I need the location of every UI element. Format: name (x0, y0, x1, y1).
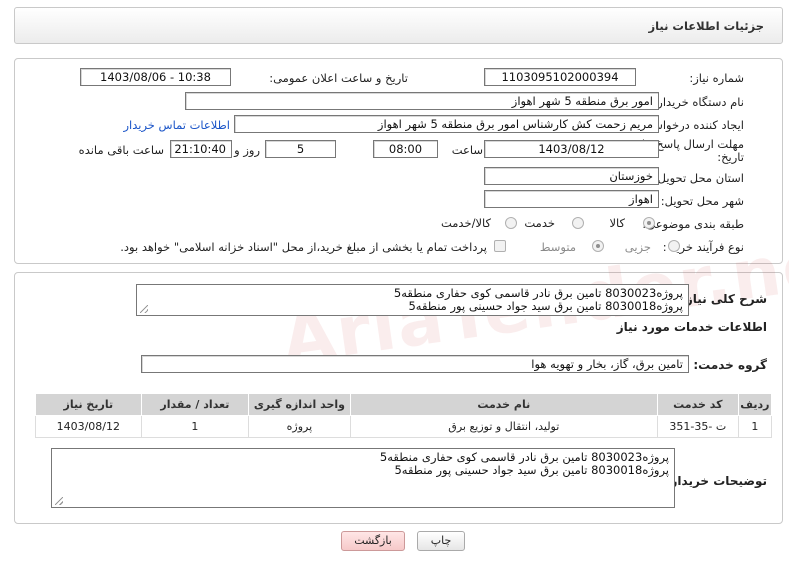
city-field: اهواز (484, 190, 659, 208)
category-radio-goods[interactable] (643, 217, 655, 229)
days-label: روز و (234, 143, 260, 157)
need-number-label: شماره نیاز: (689, 71, 744, 85)
service-group-label: گروه خدمت: (693, 358, 767, 372)
cell-unit: پروژه (248, 415, 351, 438)
header-bar: جزئیات اطلاعات نیاز (14, 7, 783, 44)
col-code: کد خدمت (656, 393, 739, 416)
category-radio-service[interactable] (572, 217, 584, 229)
buyer-notes-line-2: پروژه8030018 تامین برق سید جواد حسینی پو… (394, 463, 669, 477)
resize-grip-icon[interactable] (140, 305, 148, 313)
category-radio-goods-service[interactable] (505, 217, 517, 229)
city-label: شهر محل تحویل: (660, 194, 744, 208)
resize-grip-icon[interactable] (55, 497, 63, 505)
col-name: نام خدمت (349, 393, 658, 416)
col-unit: واحد اندازه گیری (248, 393, 351, 416)
buyer-notes-label: توضیحات خریدار: (665, 474, 767, 488)
col-qty: تعداد / مقدار (140, 393, 250, 416)
page-title: جزئیات اطلاعات نیاز (648, 19, 764, 33)
remaining-label: ساعت باقی مانده (78, 143, 164, 157)
category-option-goods-service: کالا/خدمت (440, 216, 491, 230)
province-label: استان محل تحویل: (653, 171, 744, 185)
cell-name: تولید، انتقال و توزیع برق (349, 415, 658, 438)
info-panel (14, 58, 783, 264)
province-field: خوزستان (484, 167, 659, 185)
treasury-note: پرداخت تمام یا بخشی از مبلغ خرید،از محل … (120, 240, 487, 254)
summary-label: شرح کلی نیاز: (681, 292, 767, 306)
days-field: 5 (265, 140, 336, 158)
category-option-goods: کالا (609, 216, 625, 230)
announce-label: تاریخ و ساعت اعلان عمومی: (269, 71, 408, 85)
summary-line-2: پروژه8030018 تامین برق سید جواد حسینی پو… (408, 299, 683, 313)
cell-row: 1 (737, 415, 773, 438)
back-button[interactable]: بازگشت (341, 531, 405, 551)
buyer-org-field: امور برق منطقه 5 شهر اهواز (185, 92, 659, 110)
category-option-service: خدمت (524, 216, 555, 230)
process-radio-medium[interactable] (592, 240, 604, 252)
contact-buyer-link[interactable]: اطلاعات تماس خریدار (123, 118, 230, 132)
need-number-field: 1103095102000394 (484, 68, 636, 86)
remaining-time-field: 21:10:40 (170, 140, 232, 158)
table-row: 1 ت -35-351 تولید، انتقال و توزیع برق پر… (35, 415, 773, 438)
summary-textarea: پروژه8030023 تامین برق نادر قاسمی کوی حف… (136, 284, 689, 316)
cell-date: 1403/08/12 (35, 415, 142, 438)
print-button[interactable]: چاپ (417, 531, 465, 551)
category-label: طبقه بندی موضوعی: (642, 217, 744, 231)
deadline-date-field: 1403/08/12 (484, 140, 659, 158)
announce-field: 1403/08/06 - 10:38 (80, 68, 231, 86)
buyer-notes-textarea: پروژه8030023 تامین برق نادر قاسمی کوی حف… (51, 448, 675, 508)
col-date: تاریخ نیاز (35, 393, 142, 416)
col-row: ردیف (737, 393, 773, 416)
cell-code: ت -35-351 (656, 415, 739, 438)
service-group-field: تامین برق، گاز، بخار و تهویه هوا (141, 355, 689, 373)
treasury-checkbox[interactable] (494, 240, 506, 252)
deadline-time-field: 08:00 (373, 140, 438, 158)
services-section-title: اطلاعات خدمات مورد نیاز (616, 320, 767, 334)
deadline-label-2: تاریخ: (717, 150, 744, 164)
time-label: ساعت (451, 143, 483, 157)
process-option-medium: متوسط (539, 240, 576, 254)
buyer-org-label: نام دستگاه خریدار: (653, 95, 744, 109)
services-table: ردیف کد خدمت نام خدمت واحد اندازه گیری ت… (35, 393, 773, 438)
cell-qty: 1 (140, 415, 250, 438)
requester-field: مریم زحمت کش کارشناس امور برق منطقه 5 شه… (234, 115, 659, 133)
